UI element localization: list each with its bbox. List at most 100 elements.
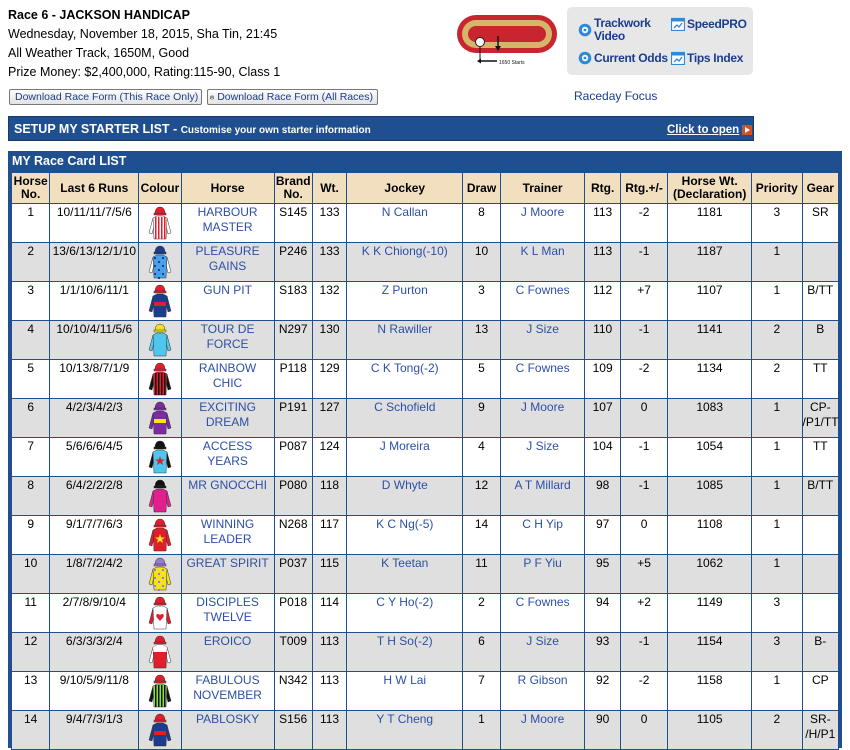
trainer-cell[interactable]: C Fownes <box>499 593 586 633</box>
horse-name-link[interactable]: ACCESS <box>182 439 274 454</box>
jockey-cell-text[interactable]: K Teetan <box>381 556 428 570</box>
trainer-cell-text[interactable]: J Moore <box>521 712 564 726</box>
jockey-cell[interactable]: Z Purton <box>346 281 464 321</box>
horse-name-link[interactable]: PLEASURE <box>182 244 274 259</box>
horse-name-cell[interactable]: GREAT SPIRIT <box>180 554 275 594</box>
trainer-cell-text[interactable]: C Fownes <box>516 283 570 297</box>
download-all-races-button[interactable]: Download Race Form (All Races) <box>207 89 378 105</box>
col-horse-no[interactable]: Horse No. <box>10 172 51 204</box>
trainer-cell-text[interactable]: C H Yip <box>522 517 563 531</box>
horse-name-link-line2[interactable]: DREAM <box>182 415 274 430</box>
jockey-cell-text[interactable]: C K Tong(-2) <box>371 361 439 375</box>
col-gear[interactable]: Gear <box>801 172 840 204</box>
horse-name-link[interactable]: WINNING <box>182 517 274 532</box>
horse-name-cell[interactable]: GUN PIT <box>180 281 275 321</box>
trainer-cell-text[interactable]: J Size <box>526 634 559 648</box>
trainer-cell[interactable]: J Size <box>499 437 586 477</box>
trainer-cell-text[interactable]: A T Millard <box>514 478 570 492</box>
jockey-cell[interactable]: C Y Ho(-2) <box>346 593 464 633</box>
col-draw[interactable]: Draw <box>462 172 501 204</box>
download-this-race-button[interactable]: Download Race Form (This Race Only) <box>9 89 202 105</box>
col-colour[interactable]: Colour <box>138 172 182 204</box>
jockey-cell-text[interactable]: N Callan <box>382 205 428 219</box>
horse-name-link-line2[interactable]: NOVEMBER <box>182 688 274 703</box>
horse-name-link-line2[interactable]: TWELVE <box>182 610 274 625</box>
jockey-cell-text[interactable]: T H So(-2) <box>377 634 433 648</box>
trainer-cell-text[interactable]: P F Yiu <box>523 556 561 570</box>
horse-name-link-line2[interactable]: GAINS <box>182 259 274 274</box>
click-to-open-link[interactable]: Click to open <box>667 124 753 136</box>
current-odds-link[interactable]: Current Odds <box>578 51 668 65</box>
trainer-cell[interactable]: A T Millard <box>499 476 586 516</box>
jockey-cell[interactable]: C K Tong(-2) <box>346 359 464 399</box>
col-rtg[interactable]: Rtg. <box>584 172 621 204</box>
horse-name-cell[interactable]: WINNING LEADER <box>180 515 275 555</box>
trainer-cell[interactable]: J Moore <box>499 710 586 750</box>
jockey-cell[interactable]: K Teetan <box>346 554 464 594</box>
jockey-cell-text[interactable]: D Whyte <box>382 478 428 492</box>
trainer-cell-text[interactable]: J Size <box>526 439 559 453</box>
trainer-cell[interactable]: J Size <box>499 320 586 360</box>
trainer-cell[interactable]: J Size <box>499 632 586 672</box>
trainer-cell[interactable]: C H Yip <box>499 515 586 555</box>
horse-name-link[interactable]: TOUR DE <box>182 322 274 337</box>
trainer-cell[interactable]: J Moore <box>499 203 586 243</box>
jockey-cell[interactable]: T H So(-2) <box>346 632 464 672</box>
horse-name-link[interactable]: FABULOUS <box>182 673 274 688</box>
horse-name-cell[interactable]: HARBOUR MASTER <box>180 203 275 243</box>
horse-name-link[interactable]: MR GNOCCHI <box>182 478 274 493</box>
col-rtg-change[interactable]: Rtg.+/- <box>619 172 669 204</box>
horse-name-link[interactable]: GUN PIT <box>182 283 274 298</box>
col-last6[interactable]: Last 6 Runs <box>49 172 140 204</box>
horse-name-link-line2[interactable]: MASTER <box>182 220 274 235</box>
horse-name-link-line2[interactable]: FORCE <box>182 337 274 352</box>
jockey-cell[interactable]: D Whyte <box>346 476 464 516</box>
trainer-cell[interactable]: J Moore <box>499 398 586 438</box>
col-wt[interactable]: Wt. <box>311 172 348 204</box>
trainer-cell[interactable]: P F Yiu <box>499 554 586 594</box>
jockey-cell[interactable]: N Rawiller <box>346 320 464 360</box>
jockey-cell[interactable]: N Callan <box>346 203 464 243</box>
track-map[interactable]: 1650 Starts <box>455 12 563 70</box>
jockey-cell[interactable]: Y T Cheng <box>346 710 464 750</box>
jockey-cell[interactable]: J Moreira <box>346 437 464 477</box>
trainer-cell-text[interactable]: K L Man <box>520 244 564 258</box>
horse-name-link[interactable]: EXCITING <box>182 400 274 415</box>
horse-name-link-line2[interactable]: LEADER <box>182 532 274 547</box>
jockey-cell-text[interactable]: C Y Ho(-2) <box>376 595 433 609</box>
jockey-cell[interactable]: K C Ng(-5) <box>346 515 464 555</box>
horse-name-cell[interactable]: EXCITING DREAM <box>180 398 275 438</box>
horse-name-link-line2[interactable]: CHIC <box>182 376 274 391</box>
jockey-cell-text[interactable]: C Schofield <box>374 400 435 414</box>
col-trainer[interactable]: Trainer <box>499 172 586 204</box>
horse-name-link-line2[interactable]: YEARS <box>182 454 274 469</box>
horse-name-cell[interactable]: MR GNOCCHI <box>180 476 275 516</box>
horse-name-link[interactable]: HARBOUR <box>182 205 274 220</box>
trainer-cell-text[interactable]: J Size <box>526 322 559 336</box>
trackwork-video-link[interactable]: Trackwork Video <box>578 17 651 43</box>
jockey-cell-text[interactable]: H W Lai <box>383 673 426 687</box>
jockey-cell-text[interactable]: N Rawiller <box>377 322 432 336</box>
tips-index-link[interactable]: Tips Index <box>671 51 743 65</box>
jockey-cell[interactable]: K K Chiong(-10) <box>346 242 464 282</box>
horse-name-cell[interactable]: PABLOSKY <box>180 710 275 750</box>
trainer-cell[interactable]: C Fownes <box>499 281 586 321</box>
jockey-cell-text[interactable]: Z Purton <box>382 283 428 297</box>
trainer-cell[interactable]: R Gibson <box>499 671 586 711</box>
horse-name-link[interactable]: RAINBOW <box>182 361 274 376</box>
col-priority[interactable]: Priority <box>751 172 803 204</box>
trainer-cell-text[interactable]: C Fownes <box>516 595 570 609</box>
trainer-cell-text[interactable]: J Moore <box>521 400 564 414</box>
jockey-cell[interactable]: H W Lai <box>346 671 464 711</box>
jockey-cell[interactable]: C Schofield <box>346 398 464 438</box>
horse-name-cell[interactable]: ACCESS YEARS <box>180 437 275 477</box>
jockey-cell-text[interactable]: K C Ng(-5) <box>376 517 433 531</box>
horse-name-cell[interactable]: DISCIPLES TWELVE <box>180 593 275 633</box>
jockey-cell-text[interactable]: Y T Cheng <box>376 712 433 726</box>
trainer-cell[interactable]: C Fownes <box>499 359 586 399</box>
jockey-cell-text[interactable]: J Moreira <box>380 439 430 453</box>
horse-name-cell[interactable]: RAINBOW CHIC <box>180 359 275 399</box>
horse-name-link[interactable]: GREAT SPIRIT <box>182 556 274 571</box>
jockey-cell-text[interactable]: K K Chiong(-10) <box>362 244 448 258</box>
trainer-cell-text[interactable]: C Fownes <box>516 361 570 375</box>
